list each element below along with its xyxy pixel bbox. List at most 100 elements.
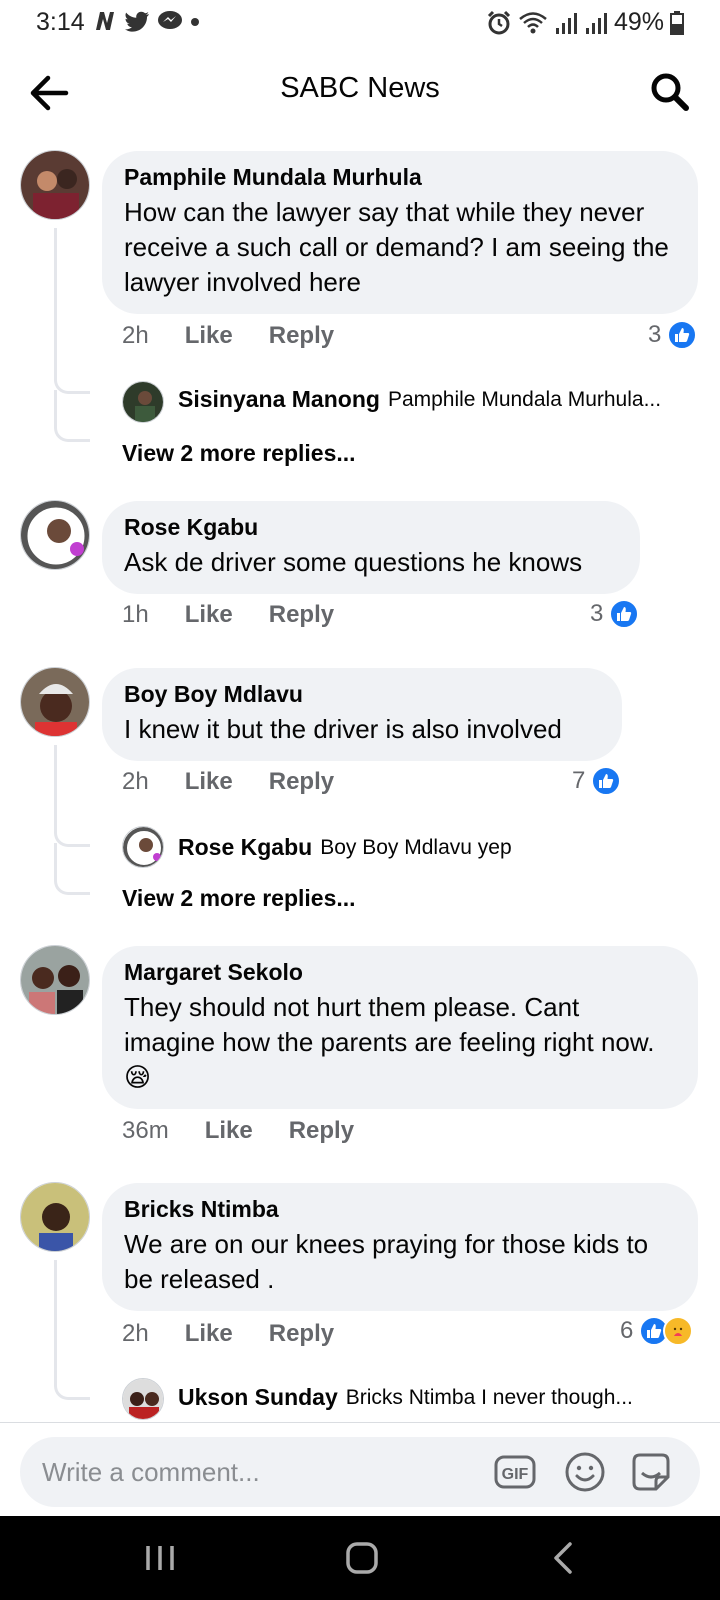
comment-time: 1h [122, 601, 149, 628]
comment-bubble[interactable]: Rose Kgabu Ask de driver some questions … [102, 501, 640, 594]
like-button[interactable]: Like [185, 601, 233, 629]
twitter-icon [125, 11, 149, 32]
avatar[interactable] [20, 667, 90, 737]
like-button[interactable]: Like [185, 1320, 233, 1348]
reaction-number: 3 [648, 321, 662, 348]
signal-icon [555, 12, 577, 34]
like-reaction-icon [667, 320, 698, 350]
page-title: SABC News [280, 72, 440, 104]
battery-icon [670, 10, 684, 35]
dot-icon [191, 18, 199, 26]
thread-line [54, 843, 90, 895]
comment-bubble[interactable]: Boy Boy Mdlavu I knew it but the driver … [102, 668, 622, 761]
reaction-count[interactable]: 7 [572, 766, 622, 796]
like-button[interactable]: Like [185, 322, 233, 350]
thread-line [54, 745, 90, 847]
back-icon[interactable] [542, 1536, 586, 1580]
like-reaction-icon [591, 766, 622, 796]
comment-time: 36m [122, 1117, 169, 1144]
avatar[interactable] [122, 1378, 164, 1420]
reply-button[interactable]: Reply [269, 601, 334, 629]
reaction-number: 3 [590, 600, 604, 627]
avatar[interactable] [20, 1182, 90, 1252]
reaction-count[interactable]: 3 [648, 320, 698, 350]
reply-preview[interactable]: Rose Kgabu Boy Boy Mdlavu yep [178, 834, 698, 861]
system-nav-bar [0, 1516, 720, 1600]
comment-bubble[interactable]: Bricks Ntimba We are on our knees prayin… [102, 1183, 698, 1311]
comment-author[interactable]: Boy Boy Mdlavu [124, 680, 600, 708]
comment-text: Ask de driver some questions he knows [124, 547, 583, 577]
comment-actions: 2h Like Reply [122, 768, 370, 796]
reply-text: Bricks Ntimba I never though... [345, 1385, 633, 1409]
netflix-icon [96, 12, 114, 30]
battery-percent: 49% [613, 8, 664, 36]
comment-author[interactable]: Margaret Sekolo [124, 958, 676, 986]
reply-preview[interactable]: Sisinyana Manong Pamphile Mundala Murhul… [178, 386, 698, 413]
status-time: 3:14 [36, 8, 85, 36]
comment-actions: 1h Like Reply [122, 601, 370, 629]
comment-author[interactable]: Rose Kgabu [124, 513, 618, 541]
status-right: 49% [486, 8, 684, 37]
avatar[interactable] [122, 826, 164, 868]
comment-actions: 2h Like Reply [122, 322, 370, 350]
reply-text: Pamphile Mundala Murhula... [387, 387, 662, 411]
reply-author[interactable]: Rose Kgabu [178, 834, 312, 861]
signal-icon-2 [585, 12, 607, 34]
reply-preview[interactable]: Ukson Sunday Bricks Ntimba I never thoug… [178, 1384, 698, 1411]
reply-author[interactable]: Sisinyana Manong [178, 386, 380, 413]
reply-author[interactable]: Ukson Sunday [178, 1384, 338, 1411]
reaction-number: 7 [572, 767, 586, 794]
view-more-replies-link[interactable]: View 2 more replies... [122, 440, 356, 467]
comment-input[interactable]: Write a comment... GIF [20, 1437, 700, 1507]
comment-actions: 36m Like Reply [122, 1117, 390, 1145]
emoji-icon[interactable] [562, 1449, 608, 1495]
care-reaction-icon [663, 1316, 694, 1346]
like-reaction-icon [609, 599, 640, 629]
comment-text-body: They should not hurt them please. Cant i… [124, 992, 655, 1057]
comment-text: How can the lawyer say that while they n… [124, 197, 669, 297]
reaction-count[interactable]: 6 [620, 1316, 694, 1346]
comment-text: I knew it but the driver is also involve… [124, 714, 562, 744]
avatar[interactable] [20, 945, 90, 1015]
recent-apps-icon[interactable] [138, 1536, 182, 1580]
like-button[interactable]: Like [185, 768, 233, 796]
comment-input-placeholder: Write a comment... [42, 1457, 260, 1487]
messenger-icon [158, 11, 182, 29]
comment-actions: 2h Like Reply [122, 1320, 370, 1348]
app-header: SABC News [0, 52, 720, 132]
sticker-icon[interactable] [628, 1449, 674, 1495]
reply-button[interactable]: Reply [269, 1320, 334, 1348]
avatar[interactable] [20, 500, 90, 570]
reply-button[interactable]: Reply [269, 768, 334, 796]
view-more-replies-link[interactable]: View 2 more replies... [122, 885, 356, 912]
comment-bubble[interactable]: Margaret Sekolo They should not hurt the… [102, 946, 698, 1109]
alarm-icon [487, 10, 511, 34]
wifi-icon [519, 11, 547, 33]
thread-line [54, 390, 90, 442]
avatar[interactable] [122, 381, 164, 423]
reaction-count[interactable]: 3 [590, 599, 640, 629]
comment-time: 2h [122, 1320, 149, 1347]
notification-icons [93, 10, 201, 32]
search-icon[interactable] [648, 70, 692, 114]
comment-author[interactable]: Pamphile Mundala Murhula [124, 163, 676, 191]
comment-bubble[interactable]: Pamphile Mundala Murhula How can the law… [102, 151, 698, 314]
comment-author[interactable]: Bricks Ntimba [124, 1195, 676, 1223]
thread-line [54, 228, 90, 394]
thread-line [54, 1260, 90, 1400]
like-button[interactable]: Like [205, 1117, 253, 1145]
reply-button[interactable]: Reply [289, 1117, 354, 1145]
status-bar: 3:14 49% [0, 0, 720, 46]
reply-button[interactable]: Reply [269, 322, 334, 350]
svg-text:GIF: GIF [502, 1466, 529, 1483]
comment-text: They should not hurt them please. Cant i… [124, 990, 676, 1095]
reply-text: Boy Boy Mdlavu yep [320, 835, 512, 859]
comment-composer: Write a comment... GIF [0, 1422, 720, 1514]
home-icon[interactable] [340, 1536, 384, 1580]
reaction-number: 6 [620, 1317, 634, 1344]
avatar[interactable] [20, 150, 90, 220]
comment-time: 2h [122, 322, 149, 349]
comment-text: We are on our knees praying for those ki… [124, 1229, 649, 1294]
comment-time: 2h [122, 768, 149, 795]
gif-icon[interactable]: GIF [492, 1449, 538, 1495]
